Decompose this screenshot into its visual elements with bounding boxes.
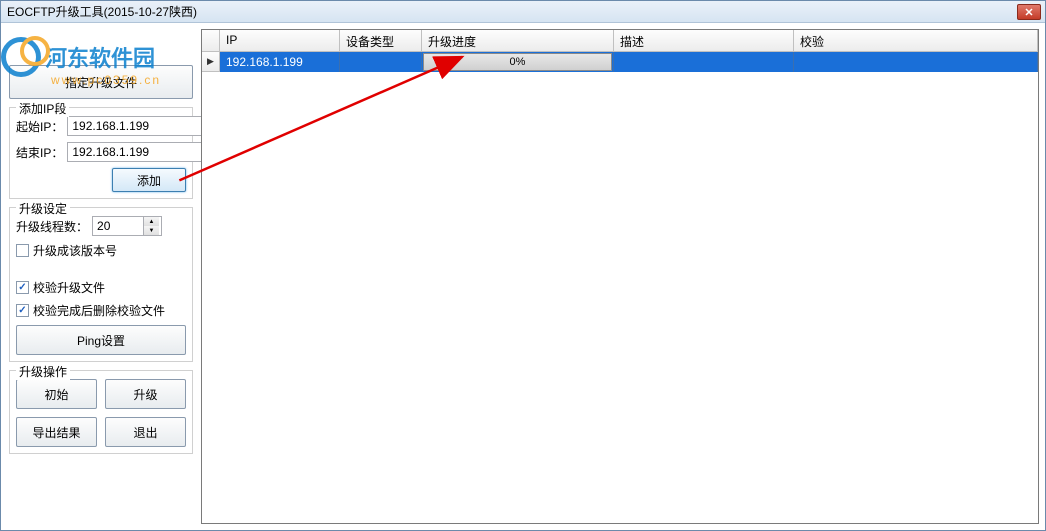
settings-legend: 升级设定 (16, 200, 70, 217)
spinner-up-icon[interactable]: ▲ (144, 217, 159, 226)
start-ip-label: 起始IP： (16, 118, 63, 135)
table-row[interactable]: ▶ 192.168.1.199 0% (202, 52, 1038, 72)
ip-section-legend: 添加IP段 (16, 100, 69, 117)
table-body[interactable]: ▶ 192.168.1.199 0% (202, 52, 1038, 523)
version-checkbox-label: 升级成该版本号 (33, 242, 117, 259)
threads-label: 升级线程数： (16, 218, 88, 235)
cell-progress[interactable]: 0% (422, 52, 614, 72)
cell-device[interactable] (340, 52, 422, 72)
col-header-ip[interactable]: IP (220, 30, 340, 51)
settings-section: 升级设定 升级线程数： ▲ ▼ 升级成该版本号 (9, 207, 193, 362)
version-checkbox[interactable] (16, 244, 29, 257)
delete-checkbox-label: 校验完成后删除校验文件 (33, 302, 165, 319)
cell-ip[interactable]: 192.168.1.199 (220, 52, 340, 72)
spinner-down-icon[interactable]: ▼ (144, 226, 159, 235)
row-indicator-icon: ▶ (202, 52, 220, 72)
cell-check[interactable] (794, 52, 1038, 72)
col-header-device[interactable]: 设备类型 (340, 30, 422, 51)
app-window: EOCFTP升级工具(2015-10-27陕西) 河东软件园 www.pc035… (0, 0, 1046, 531)
init-button[interactable]: 初始 (16, 379, 97, 409)
col-header-desc[interactable]: 描述 (614, 30, 794, 51)
col-header-check[interactable]: 校验 (794, 30, 1038, 51)
ip-section: 添加IP段 起始IP： 结束IP： 添加 (9, 107, 193, 199)
select-file-button[interactable]: 指定升级文件 (9, 65, 193, 99)
col-header-progress[interactable]: 升级进度 (422, 30, 614, 51)
ops-section: 升级操作 初始 升级 导出结果 退出 (9, 370, 193, 454)
verify-checkbox-label: 校验升级文件 (33, 279, 105, 296)
close-button[interactable] (1017, 4, 1041, 20)
cell-desc[interactable] (614, 52, 794, 72)
delete-checkbox[interactable] (16, 304, 29, 317)
progress-text: 0% (510, 56, 526, 68)
table-header: IP 设备类型 升级进度 描述 校验 (202, 30, 1038, 52)
sidebar: 指定升级文件 添加IP段 起始IP： 结束IP： 添加 升级设定 升级线 (1, 23, 201, 530)
export-button[interactable]: 导出结果 (16, 417, 97, 447)
ops-legend: 升级操作 (16, 363, 70, 380)
exit-button[interactable]: 退出 (105, 417, 186, 447)
window-title: EOCFTP升级工具(2015-10-27陕西) (5, 3, 1017, 20)
rowhead-corner (202, 30, 220, 51)
upgrade-button[interactable]: 升级 (105, 379, 186, 409)
ping-settings-button[interactable]: Ping设置 (16, 325, 186, 355)
main-table-area: IP 设备类型 升级进度 描述 校验 ▶ 192.168.1.199 0% (201, 29, 1039, 524)
titlebar: EOCFTP升级工具(2015-10-27陕西) (1, 1, 1045, 23)
end-ip-label: 结束IP： (16, 144, 63, 161)
threads-input[interactable] (93, 217, 143, 235)
progress-bar: 0% (423, 53, 612, 71)
threads-spinner[interactable]: ▲ ▼ (92, 216, 162, 236)
add-ip-button[interactable]: 添加 (112, 168, 186, 192)
verify-checkbox[interactable] (16, 281, 29, 294)
